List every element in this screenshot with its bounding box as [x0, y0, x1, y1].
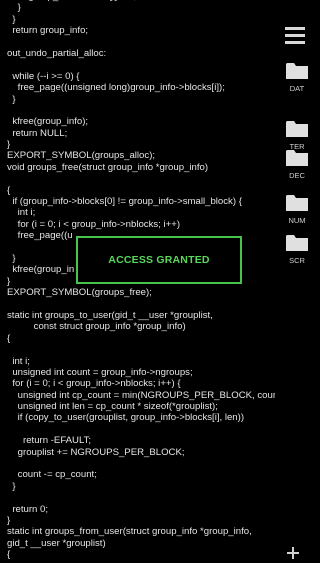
folder-icon [286, 235, 308, 251]
code-line: EXPORT_SYMBOL(groups_free); [7, 287, 152, 299]
folder-icon [286, 121, 308, 137]
code-line: { [7, 332, 11, 344]
code-line: free_page((unsigned long)group_info->blo… [7, 82, 225, 94]
code-line: } [7, 139, 11, 151]
code-line: return group_info; [7, 25, 89, 37]
code-line: EXPORT_SYMBOL(groups_alloc); [7, 150, 156, 162]
code-line: gid_t __user *grouplist) [7, 537, 106, 549]
code-line: unsigned int len = cp_count * sizeof(*gr… [7, 401, 218, 413]
folder-label: DEC [289, 171, 305, 180]
code-line: for (i = 0; i < group_info->nblocks; i++… [7, 218, 181, 230]
code-line: const struct group_info *group_info) [7, 321, 186, 333]
access-granted-message: ACCESS GRANTED [108, 254, 210, 266]
folder-num[interactable]: NUM [281, 194, 311, 230]
code-line: int i; [7, 355, 30, 367]
code-line: return NULL; [7, 127, 68, 139]
code-line: return -EFAULT; [7, 435, 92, 447]
code-line: } [7, 480, 16, 492]
folder-label: SCR [289, 256, 305, 265]
code-line: for (i = 0; i < group_info->nblocks; i++… [7, 378, 181, 390]
code-line: if (copy_to_user(grouplist, group_info->… [7, 412, 245, 424]
code-line: static int groups_from_user(struct group… [7, 526, 252, 538]
folder-label: DAT [289, 84, 305, 93]
code-line: { [7, 184, 11, 196]
code-line: int i; [7, 207, 36, 219]
code-line: return 0; [7, 503, 49, 515]
code-line: } [7, 13, 16, 25]
folder-label: NUM [288, 216, 306, 225]
code-line: void groups_free(struct group_info *grou… [7, 161, 209, 173]
code-line: unsigned int cp_count = min(NGROUPS_PER_… [7, 389, 275, 401]
plus-icon[interactable] [286, 546, 300, 560]
code-line: static int groups_to_user(gid_t __user *… [7, 309, 213, 321]
folder-icon [286, 150, 308, 166]
hamburger-menu-icon[interactable] [285, 27, 305, 45]
code-line: unsigned int count = group_info->ngroups… [7, 366, 193, 378]
code-line: kfree(group_info); [7, 116, 89, 128]
code-line: if (group_info->blocks[0] != group_info-… [7, 196, 242, 208]
code-line: out_undo_partial_alloc: [7, 47, 107, 59]
code-line: count -= cp_count; [7, 469, 97, 481]
folder-icon [286, 63, 308, 79]
folder-icon [286, 195, 308, 211]
code-line: } [7, 2, 21, 14]
sidebar: DAT TER DEC NUM SCR [278, 0, 320, 563]
access-granted-dialog: ACCESS GRANTED [76, 236, 242, 284]
folder-scr[interactable]: SCR [281, 234, 311, 270]
folder-dat[interactable]: DAT [281, 62, 311, 98]
code-line: { [7, 549, 11, 561]
code-line: while (--i >= 0) { [7, 70, 80, 82]
folder-dec[interactable]: DEC [281, 149, 311, 185]
code-line: grouplist += NGROUPS_PER_BLOCK; [7, 446, 185, 458]
code-line: } [7, 514, 11, 526]
code-line: } [7, 93, 16, 105]
